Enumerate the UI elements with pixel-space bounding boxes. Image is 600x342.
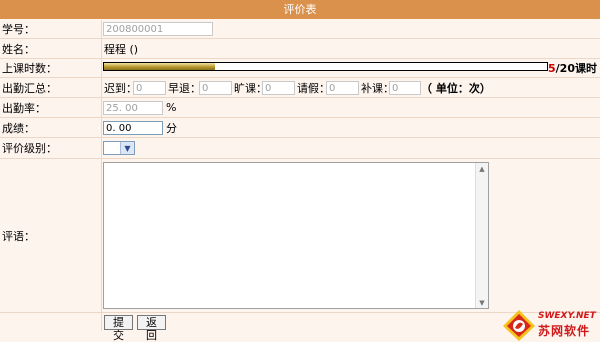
makeup-field[interactable] (389, 81, 421, 95)
attendance-rate-label: 出勤率： (0, 98, 102, 117)
watermark-logo: SWEXY.NET 苏网软件 (502, 309, 600, 342)
score-field[interactable] (103, 121, 163, 135)
name-label: 姓名： (0, 39, 102, 58)
row-name: 姓名： 程程 () (0, 39, 600, 59)
swexy-logo-icon (503, 310, 535, 341)
class-hours-current: 5 (548, 61, 556, 75)
watermark-name: 苏网软件 (538, 324, 591, 338)
row-comment: 评语： ▲ ▼ (0, 159, 600, 313)
early-leave-field[interactable] (199, 81, 232, 95)
row-class-hours: 上课时数： 5/20课时 (0, 59, 600, 78)
unit-note: （ 单位：次） (421, 81, 491, 95)
class-hours-label: 上课时数： (0, 59, 102, 77)
attendance-rate-field[interactable] (103, 101, 163, 115)
absent-field[interactable] (262, 81, 295, 95)
scroll-down-arrow-icon[interactable]: ▼ (476, 297, 488, 308)
class-hours-total: /20课时 (555, 62, 597, 75)
row-attendance-rate: 出勤率： % (0, 98, 600, 118)
submit-button[interactable]: 提交 (104, 315, 133, 342)
score-unit: 分 (166, 121, 177, 135)
attendance-summary-label: 出勤汇总： (0, 78, 102, 97)
class-hours-progress-fill (104, 63, 215, 70)
actions-label-cell (0, 313, 102, 331)
attendance-rate-unit: % (166, 101, 177, 114)
student-id-label: 学号： (0, 20, 102, 38)
scroll-up-arrow-icon[interactable]: ▲ (476, 163, 488, 174)
row-rating-level: 评价级别： ▼ (0, 138, 600, 159)
comment-scrollbar[interactable]: ▲ ▼ (475, 163, 488, 308)
comment-textarea[interactable]: ▲ ▼ (103, 162, 489, 309)
watermark-site: SWEXY.NET (538, 311, 596, 321)
score-label: 成绩： (0, 118, 102, 137)
early-leave-label: 早退： (168, 81, 201, 95)
rating-level-select[interactable]: ▼ (103, 141, 135, 155)
student-id-field[interactable] (103, 22, 213, 36)
row-student-id: 学号： (0, 20, 600, 39)
row-score: 成绩： 分 (0, 118, 600, 138)
late-field[interactable] (133, 81, 166, 95)
chevron-down-icon[interactable]: ▼ (120, 142, 134, 154)
row-attendance-summary: 出勤汇总： 迟到： 早退： 旷课： 请假： 补课： （ 单位：次） (0, 78, 600, 98)
leave-field[interactable] (326, 81, 359, 95)
form-title: 评价表 (0, 0, 600, 19)
comment-label: 评语： (0, 159, 102, 312)
name-value: 程程 () (104, 42, 139, 56)
class-hours-progress-bar (103, 62, 548, 71)
back-button[interactable]: 返回 (137, 315, 166, 342)
rating-level-label: 评价级别： (0, 138, 102, 158)
class-hours-count: 5/20课时 (548, 59, 597, 77)
